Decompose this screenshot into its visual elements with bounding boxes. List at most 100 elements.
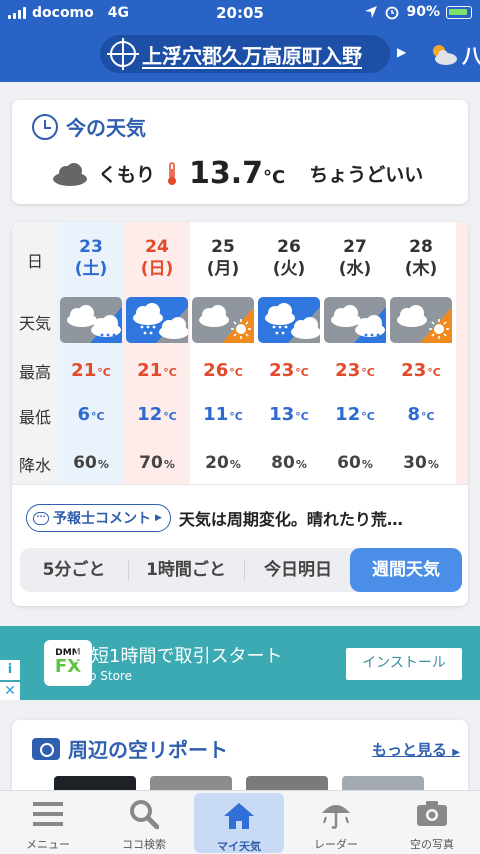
precip-value: 80 [271,453,295,473]
weekly-forecast-card: 日 天気 最高 最低 降水 23 (土) 21°C 6°C 60% 24 (日)… [12,222,468,606]
location-arrow-icon [365,6,378,18]
ad-title[interactable]: 最短1時間で取引スタート [73,642,282,668]
location-name[interactable]: 上浮穴郡久万高原町入野 [142,40,362,69]
current-weather-title: 今の天気 [66,116,146,140]
day-number: 23 [79,237,103,257]
temp-unit: °C [427,366,441,379]
nav-my-weather-label: マイ天気 [217,840,261,853]
tab-hourly[interactable]: 1時間ごと [128,548,244,592]
location-selector[interactable]: 上浮穴郡久万高原町入野 [100,35,390,73]
low-temp: 12°C [322,404,388,425]
rain-then-cloudy-icon [258,297,320,343]
precip-unit: % [229,458,241,471]
precip-unit: % [295,458,307,471]
nav-sky-photo[interactable]: 空の写真 [384,791,480,854]
menu-icon [33,802,63,826]
forecast-divider [12,484,468,485]
high-temp: 21°C [124,360,190,381]
forecast-day-column[interactable]: 23 (土) 21°C 6°C 60% [58,222,124,484]
day-date: 24 (日) [124,222,190,292]
low-value: 12 [335,404,361,425]
high-temp: 23°C [322,360,388,381]
current-condition: くもり [98,164,156,186]
cloudy-then-rain-icon [60,297,122,343]
precip-value: 70 [139,453,163,473]
tab-weekly[interactable]: 週間天気 [350,548,462,592]
temp-unit: °C [295,366,309,379]
battery-icon [446,5,472,19]
low-value: 11 [203,404,229,425]
nav-radar-label: レーダー [314,838,358,851]
low-value: 8 [407,404,420,425]
sky-report-title: 周辺の空リポート [68,738,228,762]
nav-radar[interactable]: レーダー [288,791,384,854]
high-value: 23 [269,360,295,381]
ad-close-icon[interactable]: ✕ [0,682,20,700]
high-value: 23 [401,360,427,381]
day-number: 26 [277,237,301,257]
nav-menu[interactable]: メニュー [0,791,96,854]
temp-unit: °C [361,410,375,423]
ad-info-icon[interactable]: i [0,660,20,680]
current-weather-card: 今の天気 くもり 13.7°C ちょうどいい [12,100,468,204]
precip-chance: 70% [124,453,190,473]
chevron-right-icon: ▶ [155,513,162,523]
nav-sky-photo-label: 空の写真 [410,838,454,851]
precip-chance: 60% [58,453,124,473]
precip-chance: 20% [190,453,256,473]
temp-unit: °C [90,410,105,423]
camera-icon [417,801,447,826]
forecast-row-labels: 日 天気 最高 最低 降水 [12,222,58,484]
clock-icon [32,113,58,140]
day-number: 25 [211,237,235,257]
low-value: 12 [137,404,163,425]
tab-5min[interactable]: 5分ごと [20,548,128,592]
precip-chance: 80% [256,453,322,473]
rain-then-cloudy-icon [126,297,188,343]
forecaster-comment-badge[interactable]: ··· 予報士コメント ▶ [26,504,171,532]
precip-value: 30 [403,453,427,473]
high-value: 21 [71,360,97,381]
comment-text[interactable]: 天気は周期変化。晴れたり荒… [179,506,403,530]
next-location-name: 八 [462,44,480,68]
battery-percent: 90% [406,4,440,20]
ad-install-button[interactable]: インストール [346,648,462,680]
next-location-arrow-icon[interactable]: ▶ [397,45,406,59]
low-value: 13 [269,404,295,425]
status-bar: docomo 4G 20:05 90% [0,0,480,28]
high-value: 21 [137,360,163,381]
precip-value: 60 [73,453,97,473]
day-number: 24 [145,237,169,257]
temp-unit: °C [361,366,375,379]
low-temp: 11°C [190,404,256,425]
low-temp: 12°C [124,404,190,425]
precip-value: 60 [337,453,361,473]
see-more-label: もっと見る [372,741,448,759]
temp-unit: °C [420,410,435,423]
forecast-day-column[interactable]: 27 (水) 23°C 12°C 60% [322,222,388,484]
see-more-link[interactable]: もっと見る ▶ [372,739,460,760]
day-weekday: (火) [272,259,306,279]
day-date: 27 (水) [322,222,388,292]
low-temp: 6°C [58,404,124,425]
tab-today-tomorrow[interactable]: 今日明日 [244,548,352,592]
forecast-day-column[interactable]: 26 (火) 23°C 13°C 80% [256,222,322,484]
forecast-day-column[interactable]: 28 (木) 23°C 8°C 30% [388,222,454,484]
forecast-day-column[interactable]: 24 (日) 21°C 12°C 70% [124,222,190,484]
forecast-day-column[interactable]: 25 (月) 26°C 11°C 20% [190,222,256,484]
nav-menu-label: メニュー [26,838,70,851]
comment-badge-label: 予報士コメント [53,511,151,527]
precip-unit: % [427,458,439,471]
precip-chance: 60% [322,453,388,473]
current-location-icon[interactable] [107,38,139,70]
nav-my-weather[interactable]: マイ天気 [194,793,284,853]
nav-search[interactable]: ココ検索 [96,791,192,854]
forecaster-comment[interactable]: ··· 予報士コメント ▶ 天気は周期変化。晴れたり荒… [26,504,403,532]
next-location[interactable]: 八 [428,40,480,69]
home-icon [224,803,254,829]
cloud-icon [53,162,87,186]
day-date: 26 (火) [256,222,322,292]
label-high: 最高 [18,363,51,382]
cloudy-then-sunny-icon [192,297,254,343]
high-temp: 26°C [190,360,256,381]
